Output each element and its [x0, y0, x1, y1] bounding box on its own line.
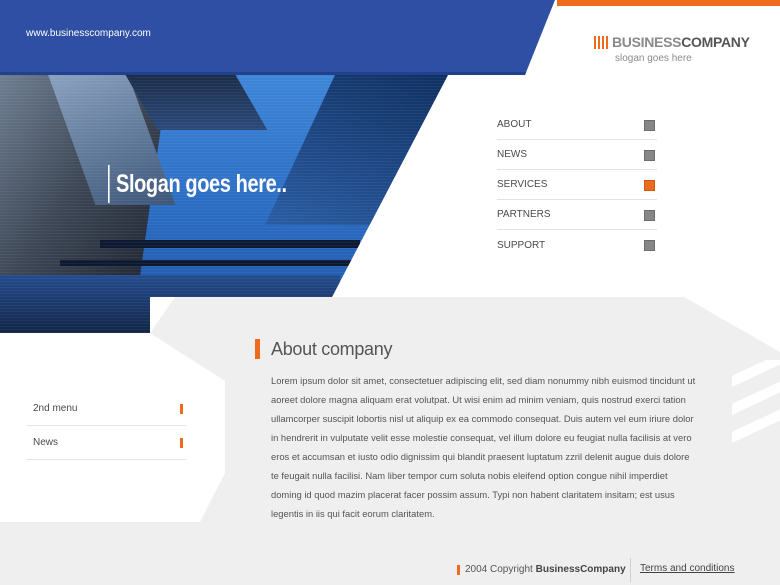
copyright-company: BusinessCompany — [535, 564, 626, 575]
menu-item-label: PARTNERS — [497, 209, 551, 220]
menu-item-partners[interactable]: PARTNERS — [497, 200, 657, 230]
site-url[interactable]: www.businesscompany.com — [26, 28, 151, 39]
logo-text-business: BUSINESS — [612, 34, 682, 50]
copyright-prefix: 2004 Copyright — [465, 564, 533, 575]
logo-slogan: slogan goes here — [615, 53, 692, 64]
square-bullet-icon — [644, 120, 655, 131]
content-body: Lorem ipsum dolor sit amet, consectetuer… — [271, 375, 696, 519]
menu-item-label: SERVICES — [497, 179, 548, 190]
menu-item-services[interactable]: SERVICES — [497, 170, 657, 200]
side-menu: 2nd menu News — [26, 392, 186, 460]
orange-bar-icon — [180, 438, 183, 448]
page-title-text: About company — [271, 338, 393, 359]
menu-item-label: ABOUT — [497, 119, 532, 130]
company-logo[interactable]: BUSINESSCOMPANY — [594, 33, 750, 51]
footer-divider — [630, 558, 631, 582]
hero-image: Slogan goes here.. — [0, 75, 448, 333]
square-bullet-icon — [644, 150, 655, 161]
header-accent-bar — [557, 0, 780, 6]
menu-item-support[interactable]: SUPPORT — [497, 230, 657, 260]
logo-text: BUSINESSCOMPANY — [612, 35, 750, 49]
menu-item-news[interactable]: NEWS — [497, 140, 657, 170]
menu-item-about[interactable]: ABOUT — [497, 110, 657, 140]
side-menu-item-label: 2nd menu — [33, 403, 78, 414]
side-menu-item-2nd-menu[interactable]: 2nd menu — [26, 392, 186, 426]
page-title: About company — [255, 338, 392, 360]
logo-bars-icon — [594, 35, 608, 49]
side-menu-item-news[interactable]: News — [26, 426, 186, 460]
footer-accent-icon — [457, 565, 460, 575]
menu-item-label: NEWS — [497, 149, 527, 160]
side-menu-item-label: News — [33, 437, 59, 448]
main-menu: ABOUT NEWS SERVICES PARTNERS SUPPORT — [497, 110, 657, 260]
square-bullet-icon — [644, 240, 655, 251]
hero-slogan: Slogan goes here.. — [108, 165, 287, 203]
footer-copyright: 2004 Copyright BusinessCompany — [465, 564, 626, 575]
logo-text-company: COMPANY — [681, 34, 750, 50]
square-bullet-icon — [644, 210, 655, 221]
orange-bar-icon — [180, 404, 183, 414]
square-bullet-active-icon — [644, 180, 655, 191]
decorative-stripes — [732, 360, 780, 450]
menu-item-label: SUPPORT — [497, 239, 546, 251]
terms-link[interactable]: Terms and conditions — [640, 563, 735, 574]
title-accent-icon — [255, 339, 260, 359]
